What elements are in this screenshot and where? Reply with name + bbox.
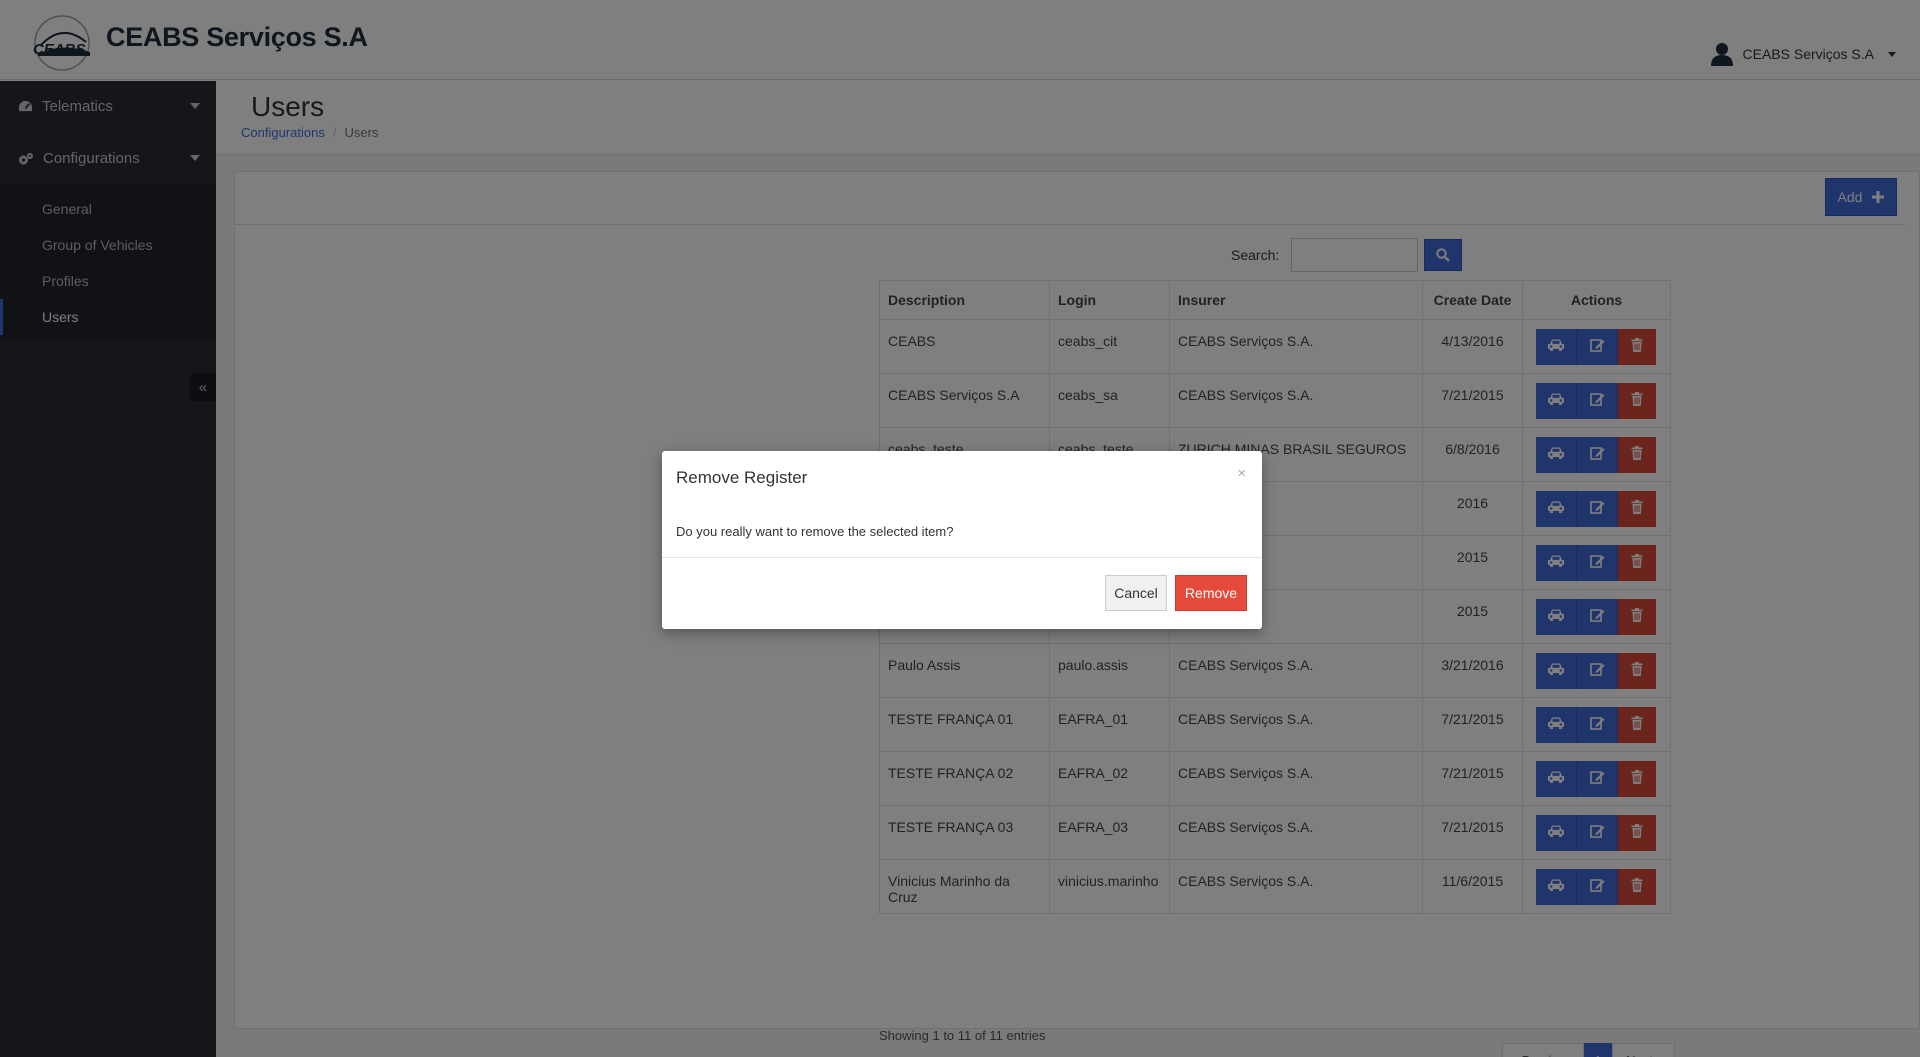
remove-button[interactable]: Remove (1175, 575, 1247, 611)
modal-title: Remove Register (676, 468, 808, 487)
cancel-button[interactable]: Cancel (1105, 575, 1167, 611)
modal-footer: Cancel Remove (662, 557, 1262, 629)
modal-message: Do you really want to remove the selecte… (676, 524, 954, 539)
close-icon[interactable]: × (1237, 465, 1246, 482)
remove-register-modal: Remove Register × Do you really want to … (662, 451, 1262, 629)
